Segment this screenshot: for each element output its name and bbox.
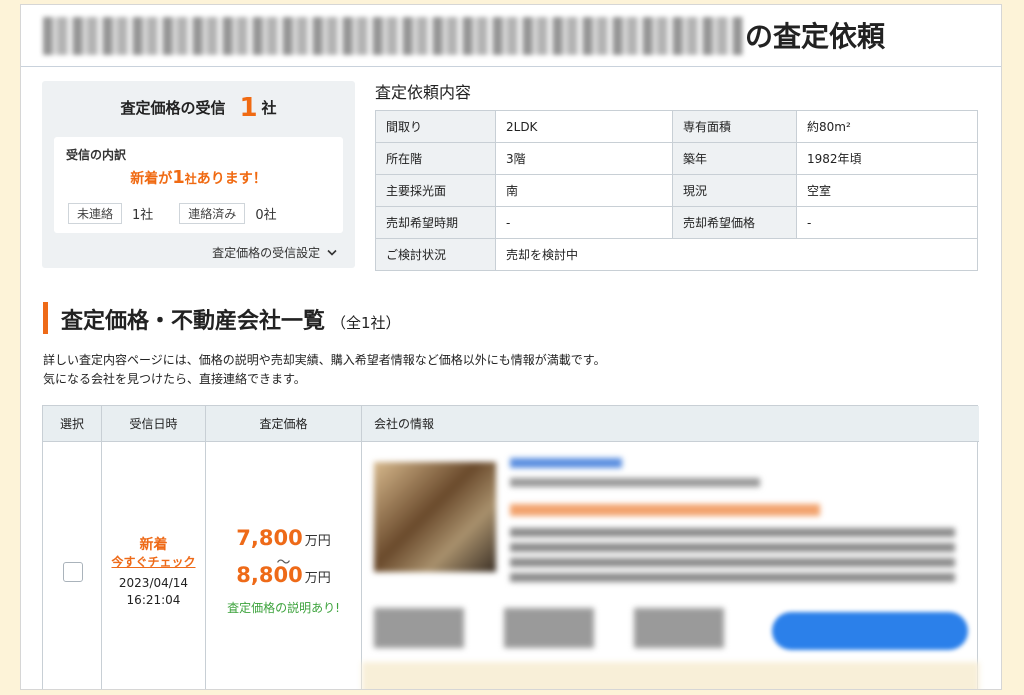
received-cell: 新着 今すぐチェック 2023/04/14 16:21:04 [102,442,206,689]
price-cell: 7,800 万円 〜 8,800 万円 査定価格の説明あり! [206,442,362,689]
section-title: 査定価格・不動産会社一覧 （全1社） [61,309,401,334]
section-accent-bar [43,302,48,334]
price-explanation-note: 査定価格の説明あり! [227,601,340,615]
select-cell [43,442,102,689]
company-meta [510,478,760,487]
contact-status-row: 未連絡 1社 連絡済み 0社 [68,203,303,224]
received-datetime: 2023/04/14 16:21:04 [118,576,189,607]
redacted-property-name [43,17,743,55]
company-photo [374,462,496,572]
request-details-title: 査定依頼内容 [375,83,472,102]
select-checkbox[interactable] [63,562,83,582]
contacted-tag: 連絡済み [179,203,246,224]
company-info-cell [362,442,979,689]
header-company-info: 会社の情報 [362,406,979,442]
header-select: 選択 [43,406,102,442]
table-row: 所在階 3階 築年 1982年頃 [375,142,978,175]
chevron-down-icon [327,249,337,256]
breakdown-panel: 受信の内訳 新着が1社あります！ 未連絡 1社 連絡済み 0社 [54,137,343,233]
table-row: 主要採光面 南 現況 空室 [375,174,978,207]
page-title: の査定依頼 [745,20,886,53]
uncontacted-count: 1社 [132,208,154,223]
received-count: 1 [239,93,258,123]
table-row: 間取り 2LDK 専有面積 約80m² [375,110,978,143]
company-stats [374,608,744,648]
contacted-count: 0社 [255,208,277,223]
section-description: 詳しい査定内容ページには、価格の説明や売却実績、購入希望者情報など価格以外にも情… [43,353,606,386]
view-details-button[interactable] [772,612,968,650]
breakdown-title: 受信の内訳 [66,148,127,162]
request-details-table: 間取り 2LDK 専有面積 約80m² 所在階 3階 築年 1982年頃 主要採… [375,110,978,271]
title-bar: の査定依頼 [21,5,1001,67]
header-price: 査定価格 [206,406,362,442]
uncontacted-tag: 未連絡 [68,203,123,224]
price-high: 8,800 万円 [236,563,331,587]
new-badge: 新着 [139,537,168,553]
total-count: （全1社） [331,314,401,332]
table-row: ご検討状況 売却を検討中 [375,238,978,271]
receive-settings-link[interactable]: 査定価格の受信設定 [212,244,337,261]
company-catchphrase [510,504,820,516]
new-notice: 新着が1社あります！ [130,167,267,188]
company-name-link[interactable] [510,458,622,468]
received-summary-box: 査定価格の受信 1 社 受信の内訳 新着が1社あります！ 未連絡 1社 連絡済み 0… [42,81,355,268]
received-heading: 査定価格の受信 1 社 [120,93,277,123]
page-frame: の査定依頼 査定価格の受信 1 社 受信の内訳 新着が1社あります！ 未連絡 1社 … [20,4,1002,690]
header-received-at: 受信日時 [102,406,206,442]
company-footer-strip [362,662,979,689]
check-now-link[interactable]: 今すぐチェック [102,553,205,570]
price-low: 7,800 万円 [236,526,331,550]
table-row: 売却希望時期 - 売却希望価格 - [375,206,978,239]
company-list-table: 選択 受信日時 査定価格 会社の情報 新着 今すぐチェック 2023/04/14… [42,405,979,689]
company-description [510,528,955,588]
